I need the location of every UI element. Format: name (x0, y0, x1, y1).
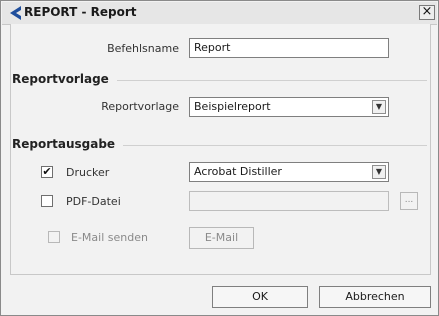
email-button[interactable]: E-Mail (189, 227, 254, 249)
report-output-separator (123, 145, 427, 146)
pdf-file-path-field[interactable] (189, 191, 389, 211)
browse-button[interactable]: ... (400, 192, 418, 210)
report-template-separator (117, 80, 427, 81)
printer-value: Acrobat Distiller (194, 165, 282, 178)
report-template-label: Reportvorlage (101, 100, 179, 113)
report-template-value: Beispielreport (194, 100, 271, 113)
printer-select[interactable]: Acrobat Distiller ▼ (189, 162, 389, 182)
command-name-label: Befehlsname (107, 42, 179, 55)
cancel-button[interactable]: Abbrechen (319, 286, 431, 308)
close-icon: × (421, 4, 433, 19)
title-bar[interactable]: REPORT - Report × (2, 2, 437, 25)
close-button[interactable]: × (419, 5, 435, 20)
chevron-down-icon[interactable]: ▼ (372, 100, 386, 114)
printer-checkbox[interactable]: ✔ (41, 166, 53, 178)
email-send-checkbox[interactable] (48, 231, 60, 243)
report-template-select[interactable]: Beispielreport ▼ (189, 97, 389, 117)
ok-button[interactable]: OK (212, 286, 308, 308)
check-icon: ✔ (42, 165, 52, 178)
report-output-section-title: Reportausgabe (12, 137, 116, 151)
email-send-label: E-Mail senden (71, 231, 148, 244)
window-title: REPORT - Report (24, 5, 137, 19)
report-template-section-title: Reportvorlage (12, 72, 109, 86)
chevron-down-icon[interactable]: ▼ (372, 165, 386, 179)
app-logo-icon (10, 6, 21, 20)
pdf-file-label: PDF-Datei (66, 195, 121, 208)
report-dialog: REPORT - Report × Befehlsname Report Rep… (0, 0, 439, 316)
dialog-panel: Befehlsname Report Reportvorlage Reportv… (10, 24, 431, 275)
command-name-field[interactable]: Report (189, 38, 389, 58)
printer-label: Drucker (66, 166, 110, 179)
pdf-file-checkbox[interactable] (41, 195, 53, 207)
